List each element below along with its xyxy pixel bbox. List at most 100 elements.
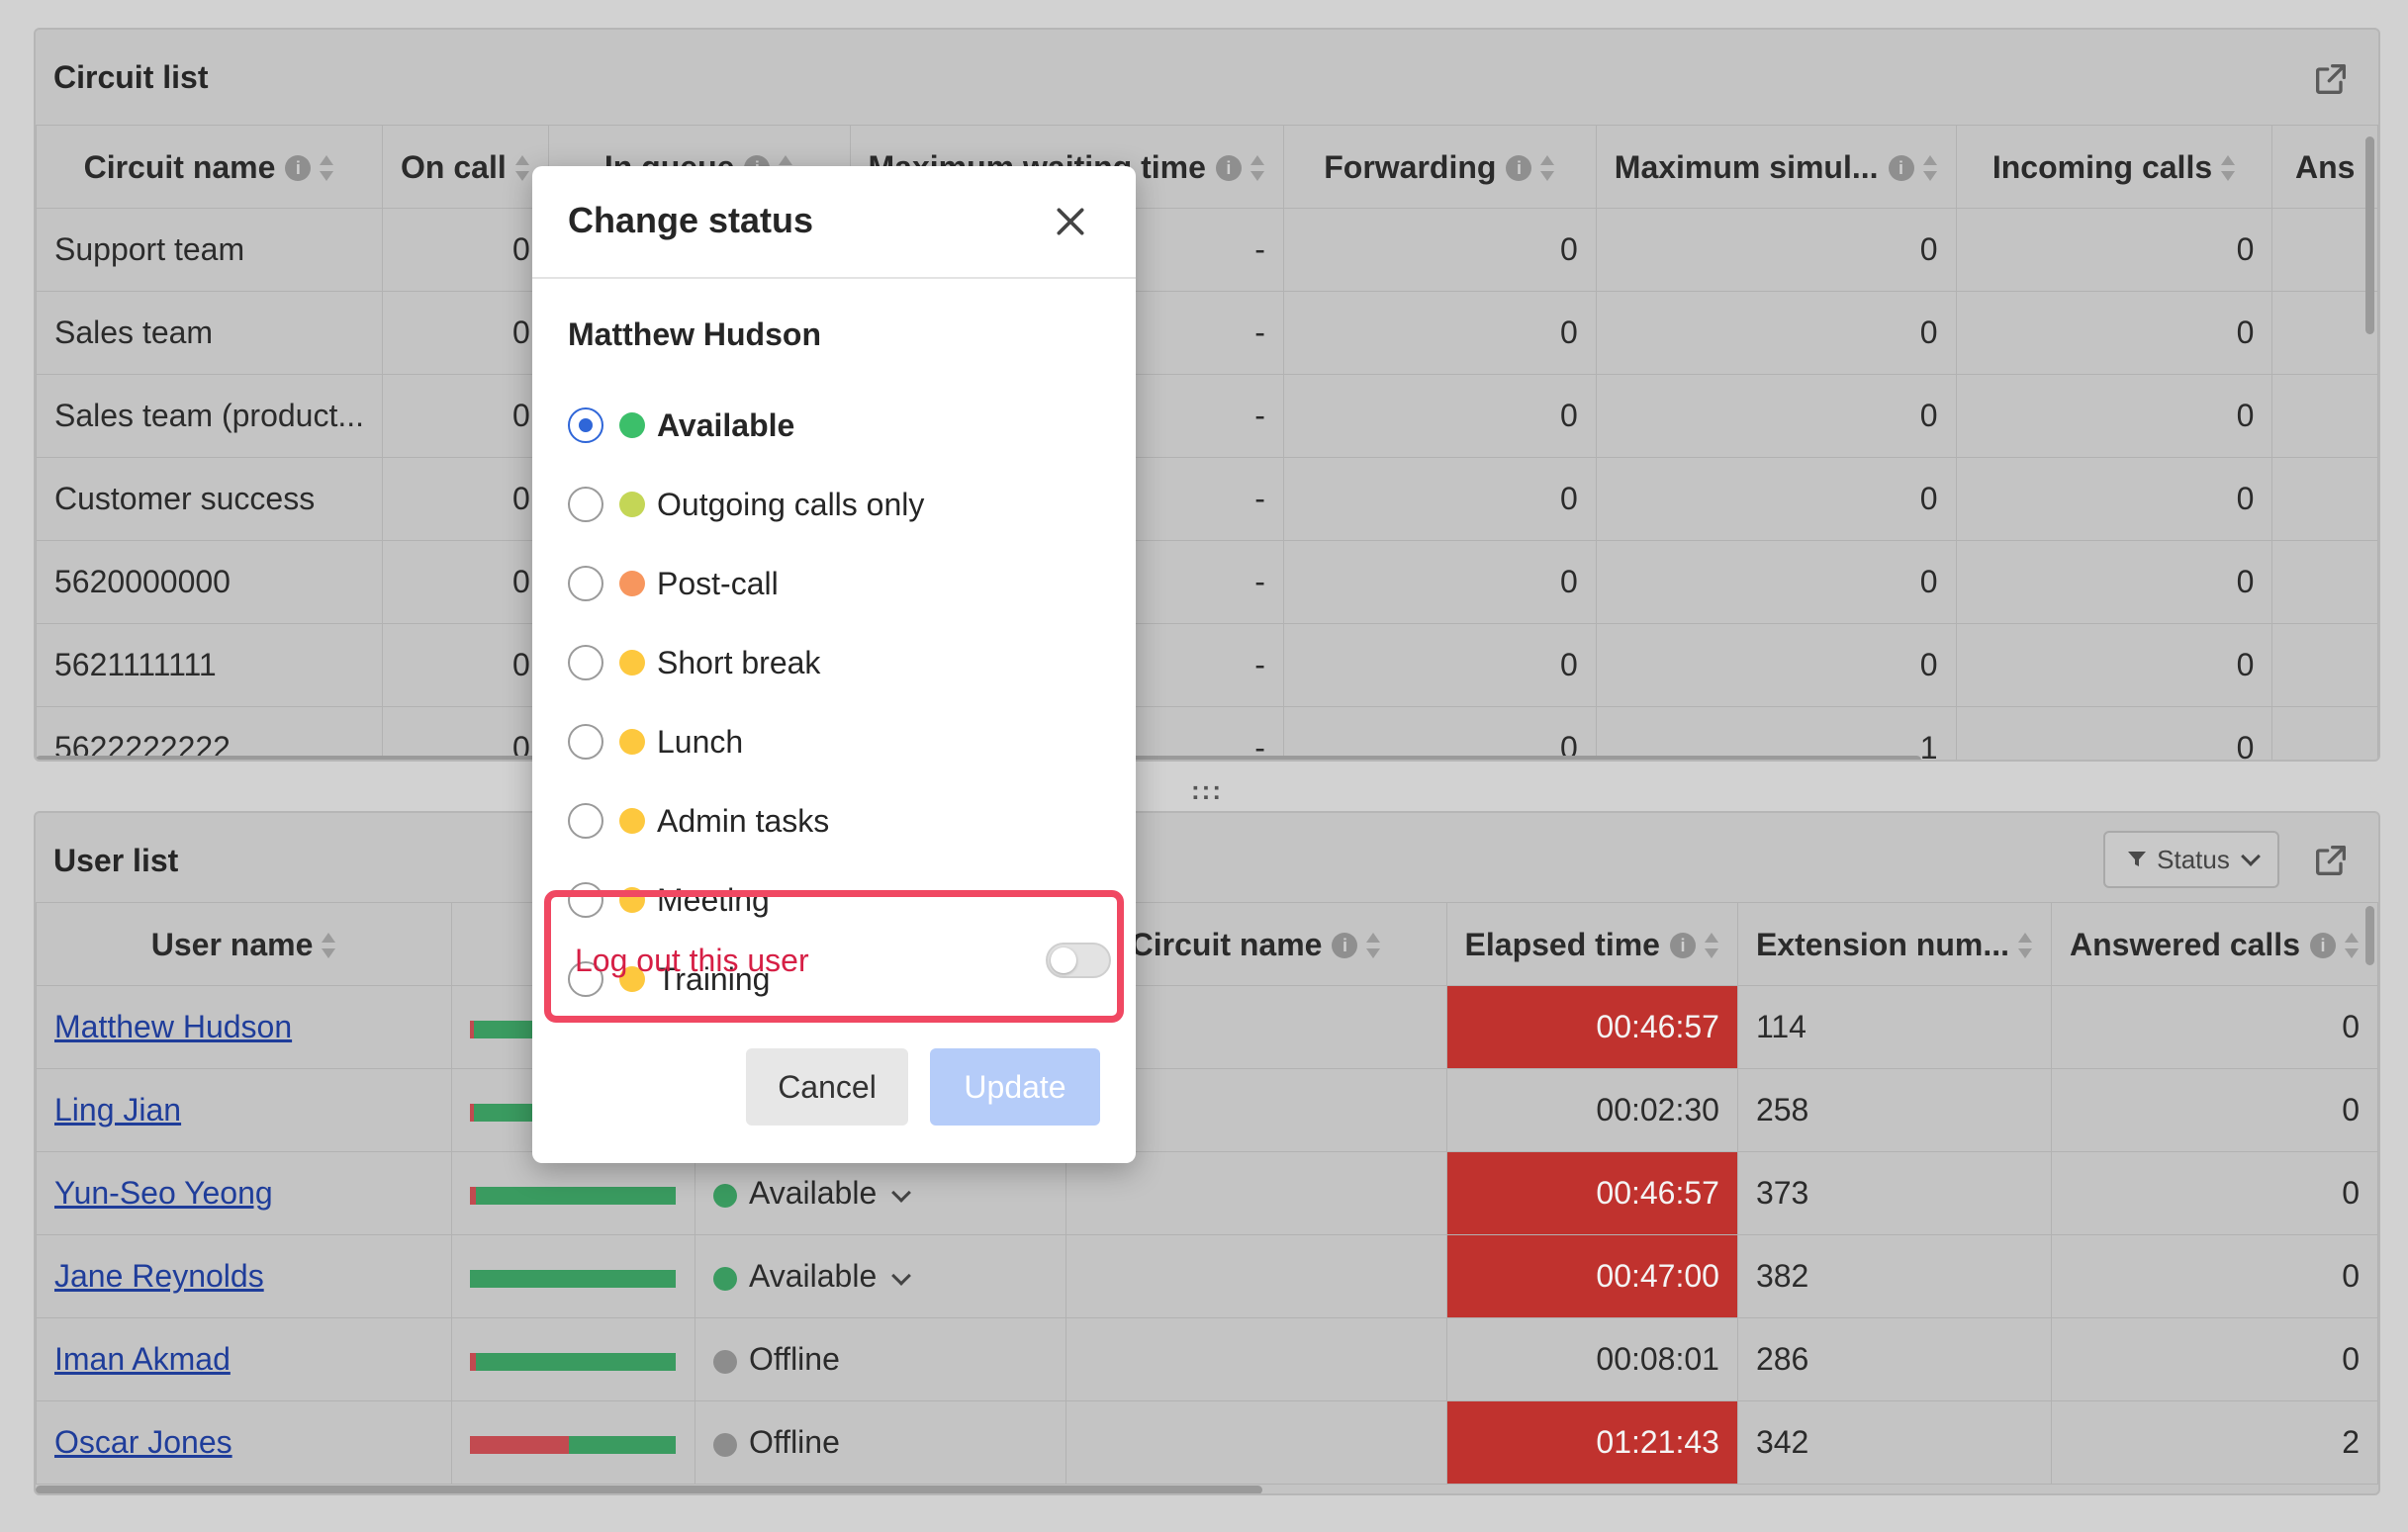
answered-calls-cell: 0 (2050, 1317, 2378, 1401)
status-option[interactable]: Admin tasks (568, 797, 829, 845)
incoming-calls-cell: 0 (1955, 208, 2273, 292)
sort-icon[interactable] (1365, 931, 1381, 960)
sort-icon[interactable] (1539, 153, 1555, 183)
panel-resize-handle[interactable]: ::: (1191, 775, 1223, 806)
table-row: Matthew Hudson 00:46:57 114 0 (36, 985, 2378, 1069)
status-label: Offline (748, 1341, 840, 1377)
cancel-button[interactable]: Cancel (746, 1048, 908, 1126)
column-header[interactable]: User name (36, 902, 453, 986)
user-name-cell: Oscar Jones (36, 1400, 453, 1485)
circuit-vertical-scrollbar[interactable] (2365, 136, 2374, 334)
column-header[interactable]: Extension num... (1736, 902, 2052, 986)
column-header[interactable]: Answered calls i (2050, 902, 2378, 986)
update-button[interactable]: Update (930, 1048, 1100, 1126)
info-icon[interactable]: i (1215, 154, 1242, 181)
circuit-name-cell: Customer success (36, 457, 384, 541)
status-dot (712, 1266, 737, 1291)
info-icon[interactable]: i (1888, 154, 1914, 181)
user-list-title: User list (53, 843, 179, 878)
workload-cell (451, 1234, 695, 1318)
status-filter-button[interactable]: Status (2103, 831, 2279, 888)
extension-cell: 373 (1736, 1151, 2052, 1235)
status-cell[interactable]: Available (694, 1151, 1066, 1235)
info-icon[interactable]: i (1332, 932, 1358, 958)
forwarding-cell: 0 (1282, 208, 1597, 292)
user-name-link[interactable]: Iman Akmad (54, 1341, 231, 1377)
max-simultaneous-cell: 0 (1595, 457, 1957, 541)
user-name-link[interactable]: Yun-Seo Yeong (54, 1175, 273, 1211)
column-header-label: On call (401, 149, 507, 186)
circuit-list-panel: Circuit list Circuit nameiOn callIn queu… (34, 28, 2380, 762)
status-option[interactable]: Short break (568, 639, 820, 686)
open-external-icon[interactable] (2311, 59, 2351, 99)
user-vertical-scrollbar[interactable] (2365, 906, 2374, 965)
status-option[interactable]: Post-call (568, 560, 779, 607)
workload-bar-unavailable (470, 1352, 477, 1371)
status-option[interactable]: Available (568, 402, 794, 449)
status-cell[interactable]: Offline (694, 1400, 1066, 1485)
sort-icon[interactable] (321, 931, 336, 960)
column-header[interactable]: Elapsed time i (1445, 902, 1738, 986)
column-header[interactable]: Ans (2271, 125, 2378, 209)
incoming-calls-cell: 0 (1955, 540, 2273, 624)
status-label: Available (748, 1258, 878, 1294)
column-header-label: Circuit name (1130, 927, 1323, 963)
status-radio[interactable] (568, 803, 603, 839)
sort-icon[interactable] (1922, 153, 1938, 183)
workload-bar-unavailable (470, 1435, 569, 1454)
user-horizontal-scrollbar[interactable] (36, 1486, 1262, 1493)
column-header-label: Maximum simul... (1614, 149, 1879, 186)
user-name-link[interactable]: Jane Reynolds (54, 1258, 264, 1294)
status-cell[interactable]: Offline (694, 1317, 1066, 1401)
column-header-label: Elapsed time (1464, 927, 1660, 963)
status-cell[interactable]: Available (694, 1234, 1066, 1318)
info-icon[interactable]: i (1669, 932, 1696, 958)
status-radio[interactable] (568, 407, 603, 443)
sort-icon[interactable] (514, 153, 530, 183)
sort-icon[interactable] (2017, 931, 2033, 960)
column-header[interactable]: Forwarding i (1282, 125, 1597, 209)
extension-cell: 114 (1736, 985, 2052, 1069)
table-row: 5621111111 0-0 0 0 (36, 623, 2378, 707)
status-radio[interactable] (568, 487, 603, 522)
column-header[interactable]: Circuit name i (36, 125, 384, 209)
status-radio[interactable] (568, 724, 603, 760)
workload-bar-unavailable (470, 1020, 475, 1038)
status-dot (712, 1432, 737, 1457)
table-row: Oscar Jones Offline 01:21:43 342 2 (36, 1400, 2378, 1485)
sort-icon[interactable] (2220, 153, 2236, 183)
status-option[interactable]: Lunch (568, 718, 743, 766)
info-icon[interactable]: i (1506, 154, 1532, 181)
user-name-cell: Iman Akmad (36, 1317, 453, 1401)
answered-cell (2271, 706, 2378, 760)
user-table: User nameWCircuit nameiElapsed timeiExte… (36, 902, 2378, 1485)
column-header[interactable]: On call (382, 125, 549, 209)
answered-calls-cell: 0 (2050, 1151, 2378, 1235)
circuit-name-cell: Sales team (36, 291, 384, 375)
column-header-label: Extension num... (1755, 927, 2009, 963)
max-simultaneous-cell: 0 (1595, 374, 1957, 458)
column-header[interactable]: Incoming calls (1955, 125, 2273, 209)
column-header[interactable]: Maximum simul... i (1595, 125, 1957, 209)
user-name-link[interactable]: Oscar Jones (54, 1424, 232, 1460)
table-row: Customer success 0-0 0 0 (36, 457, 2378, 541)
status-radio[interactable] (568, 645, 603, 680)
user-name-link[interactable]: Matthew Hudson (54, 1009, 292, 1044)
sort-icon[interactable] (2344, 931, 2360, 960)
selected-user-name: Matthew Hudson (568, 316, 821, 352)
open-external-icon[interactable] (2311, 841, 2351, 880)
info-icon[interactable]: i (2309, 932, 2336, 958)
close-icon[interactable] (1051, 202, 1090, 241)
chevron-down-icon[interactable] (891, 1182, 912, 1203)
info-icon[interactable]: i (285, 154, 312, 181)
incoming-calls-cell: 0 (1955, 457, 2273, 541)
sort-icon[interactable] (319, 153, 334, 183)
logout-toggle[interactable] (1046, 943, 1111, 978)
chevron-down-icon[interactable] (891, 1265, 912, 1286)
status-option[interactable]: Outgoing calls only (568, 481, 924, 528)
user-name-link[interactable]: Ling Jian (54, 1092, 181, 1127)
filter-icon (2128, 852, 2147, 866)
sort-icon[interactable] (1704, 931, 1719, 960)
status-radio[interactable] (568, 566, 603, 601)
sort-icon[interactable] (1250, 153, 1265, 183)
